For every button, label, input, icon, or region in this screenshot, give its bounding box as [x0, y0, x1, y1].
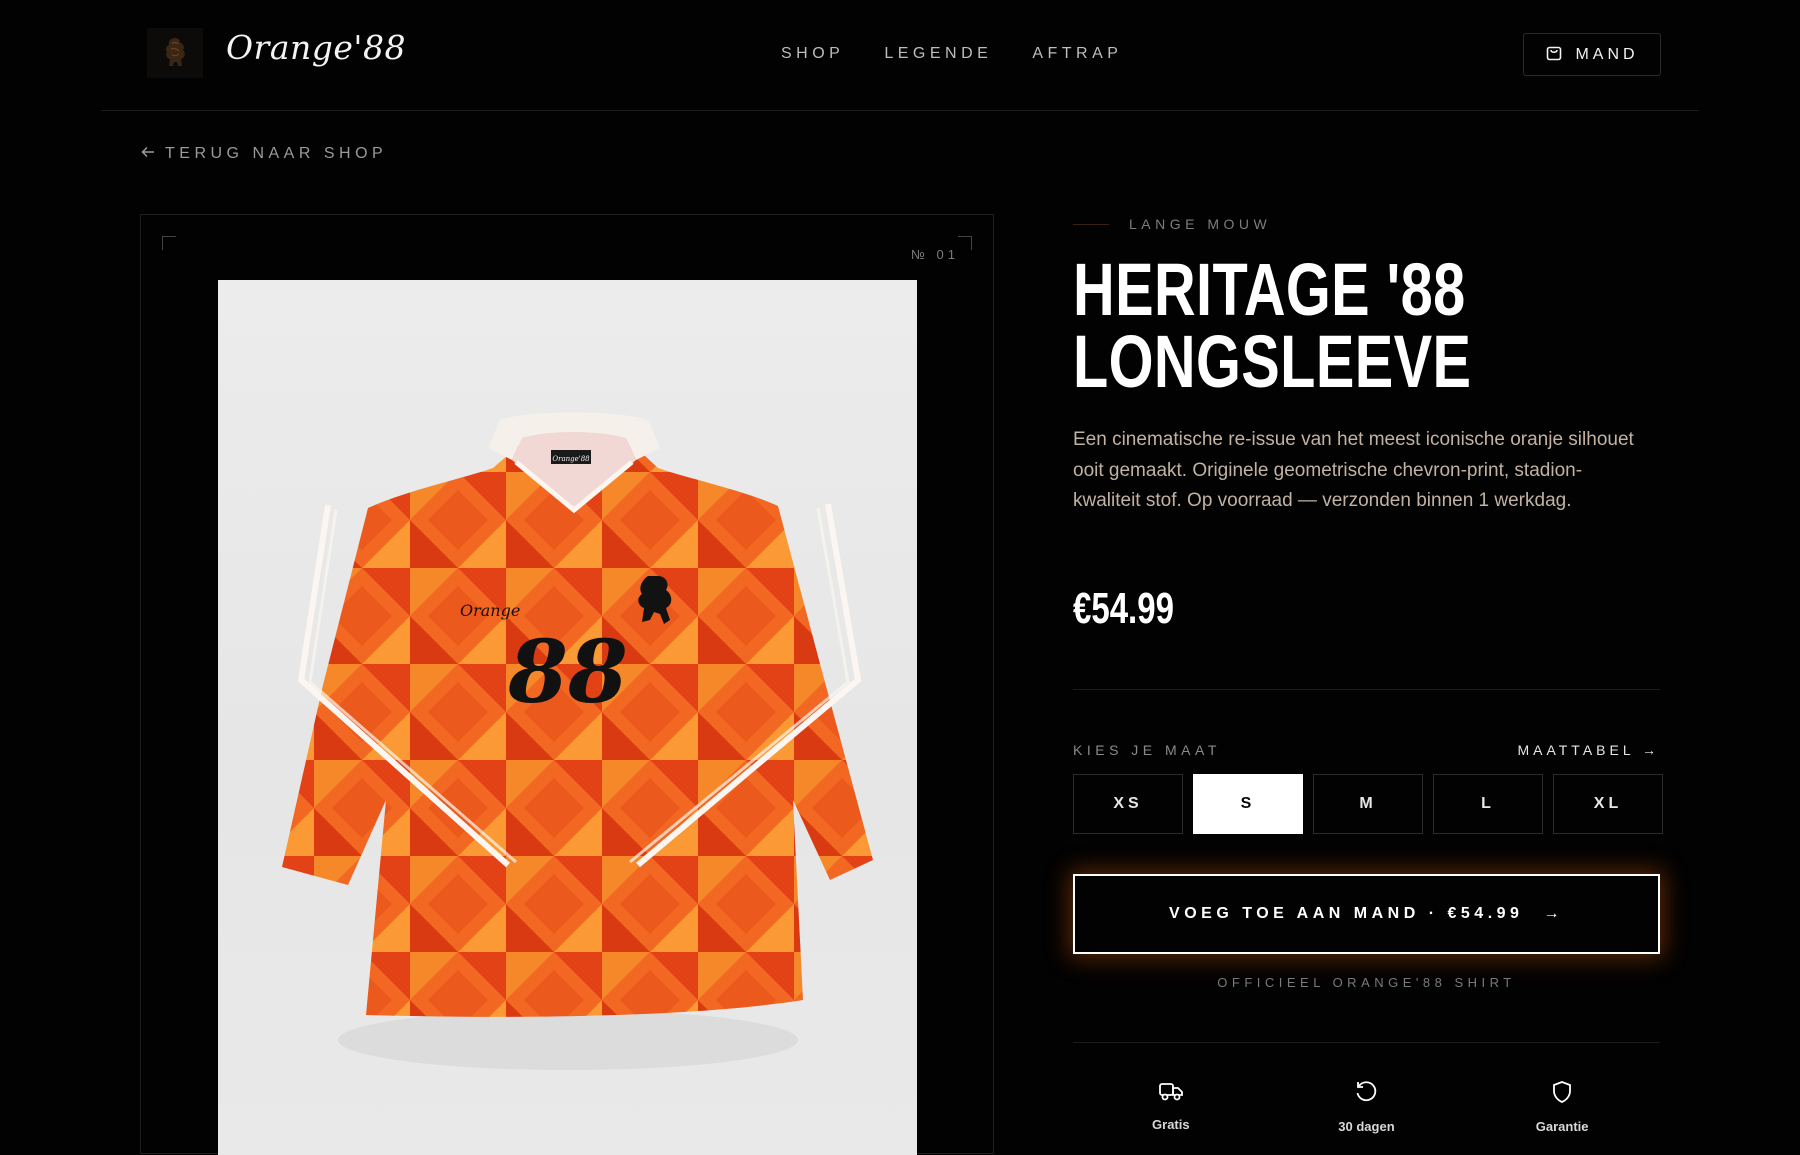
- product-description: Een cinematische re-issue van het meest …: [1073, 429, 1634, 511]
- product-title: HERITAGE '88 LONGSLEEVE: [1073, 248, 1472, 403]
- back-to-shop-link[interactable]: TERUG NAAR SHOP: [141, 145, 387, 163]
- cart-button[interactable]: MAND: [1523, 33, 1661, 76]
- cart-label: MAND: [1575, 45, 1639, 63]
- shield-icon: [1551, 1080, 1573, 1109]
- official-note: OFFICIEEL ORANGE'88 SHIRT: [1217, 975, 1516, 990]
- jersey-brand-text: Orange: [460, 601, 520, 620]
- site-header: Orange'88 SHOP LEGENDE AFTRAP MAND: [101, 0, 1699, 111]
- size-option-s[interactable]: S: [1193, 774, 1303, 834]
- arrow-right-icon: →: [1543, 905, 1564, 922]
- size-option-xl[interactable]: XL: [1553, 774, 1663, 834]
- size-option-l[interactable]: L: [1433, 774, 1543, 834]
- arrow-left-icon: [141, 145, 155, 163]
- product-photo[interactable]: Orange'88 Orange 88: [218, 280, 917, 1155]
- frame-corner: [958, 236, 972, 250]
- feature-item: Gratis: [1081, 1080, 1261, 1134]
- add-to-cart-label: VOEG TOE AAN MAND · €54.99: [1169, 905, 1524, 922]
- shopping-bag-icon: [1545, 43, 1563, 66]
- feature-item: Garantie: [1472, 1080, 1652, 1134]
- feature-label: 30 dagen: [1338, 1119, 1395, 1134]
- nav-item-legende[interactable]: LEGENDE: [884, 45, 992, 63]
- feature-item: 30 dagen: [1276, 1080, 1456, 1134]
- size-selector-label: KIES JE MAAT: [1073, 742, 1221, 758]
- collar-label: Orange'88: [552, 455, 590, 463]
- brand-logo-text[interactable]: Orange'88: [226, 28, 406, 67]
- product-gallery: № 01 Orange'88 Orange 88: [140, 214, 994, 1155]
- feature-label: Garantie: [1535, 1119, 1589, 1134]
- lion-logo-icon[interactable]: [147, 28, 203, 78]
- size-option-xs[interactable]: XS: [1073, 774, 1183, 834]
- add-to-cart-button[interactable]: VOEG TOE AAN MAND · €54.99 →: [1073, 874, 1660, 954]
- main-nav: SHOP LEGENDE AFTRAP: [781, 45, 1122, 63]
- gallery-number: № 01: [910, 247, 959, 262]
- product-category: LANGE MOUW: [1072, 216, 1272, 232]
- size-option-m[interactable]: M: [1313, 774, 1423, 834]
- feature-list: Gratis 30 dagen Garantie: [1073, 1080, 1660, 1134]
- size-options: XS S M L XL: [1073, 774, 1663, 834]
- nav-item-aftrap[interactable]: AFTRAP: [1032, 45, 1122, 63]
- nav-item-shop[interactable]: SHOP: [781, 45, 844, 63]
- return-icon: [1354, 1080, 1378, 1109]
- size-chart-link[interactable]: MAATTABEL →: [1517, 742, 1660, 758]
- frame-corner: [162, 236, 176, 250]
- back-link-label: TERUG NAAR SHOP: [165, 145, 388, 162]
- divider: [1073, 689, 1660, 690]
- jersey-number: 88: [507, 622, 628, 723]
- truck-icon: [1158, 1080, 1184, 1107]
- divider: [1073, 1042, 1660, 1043]
- product-price: €54.99: [1073, 584, 1174, 633]
